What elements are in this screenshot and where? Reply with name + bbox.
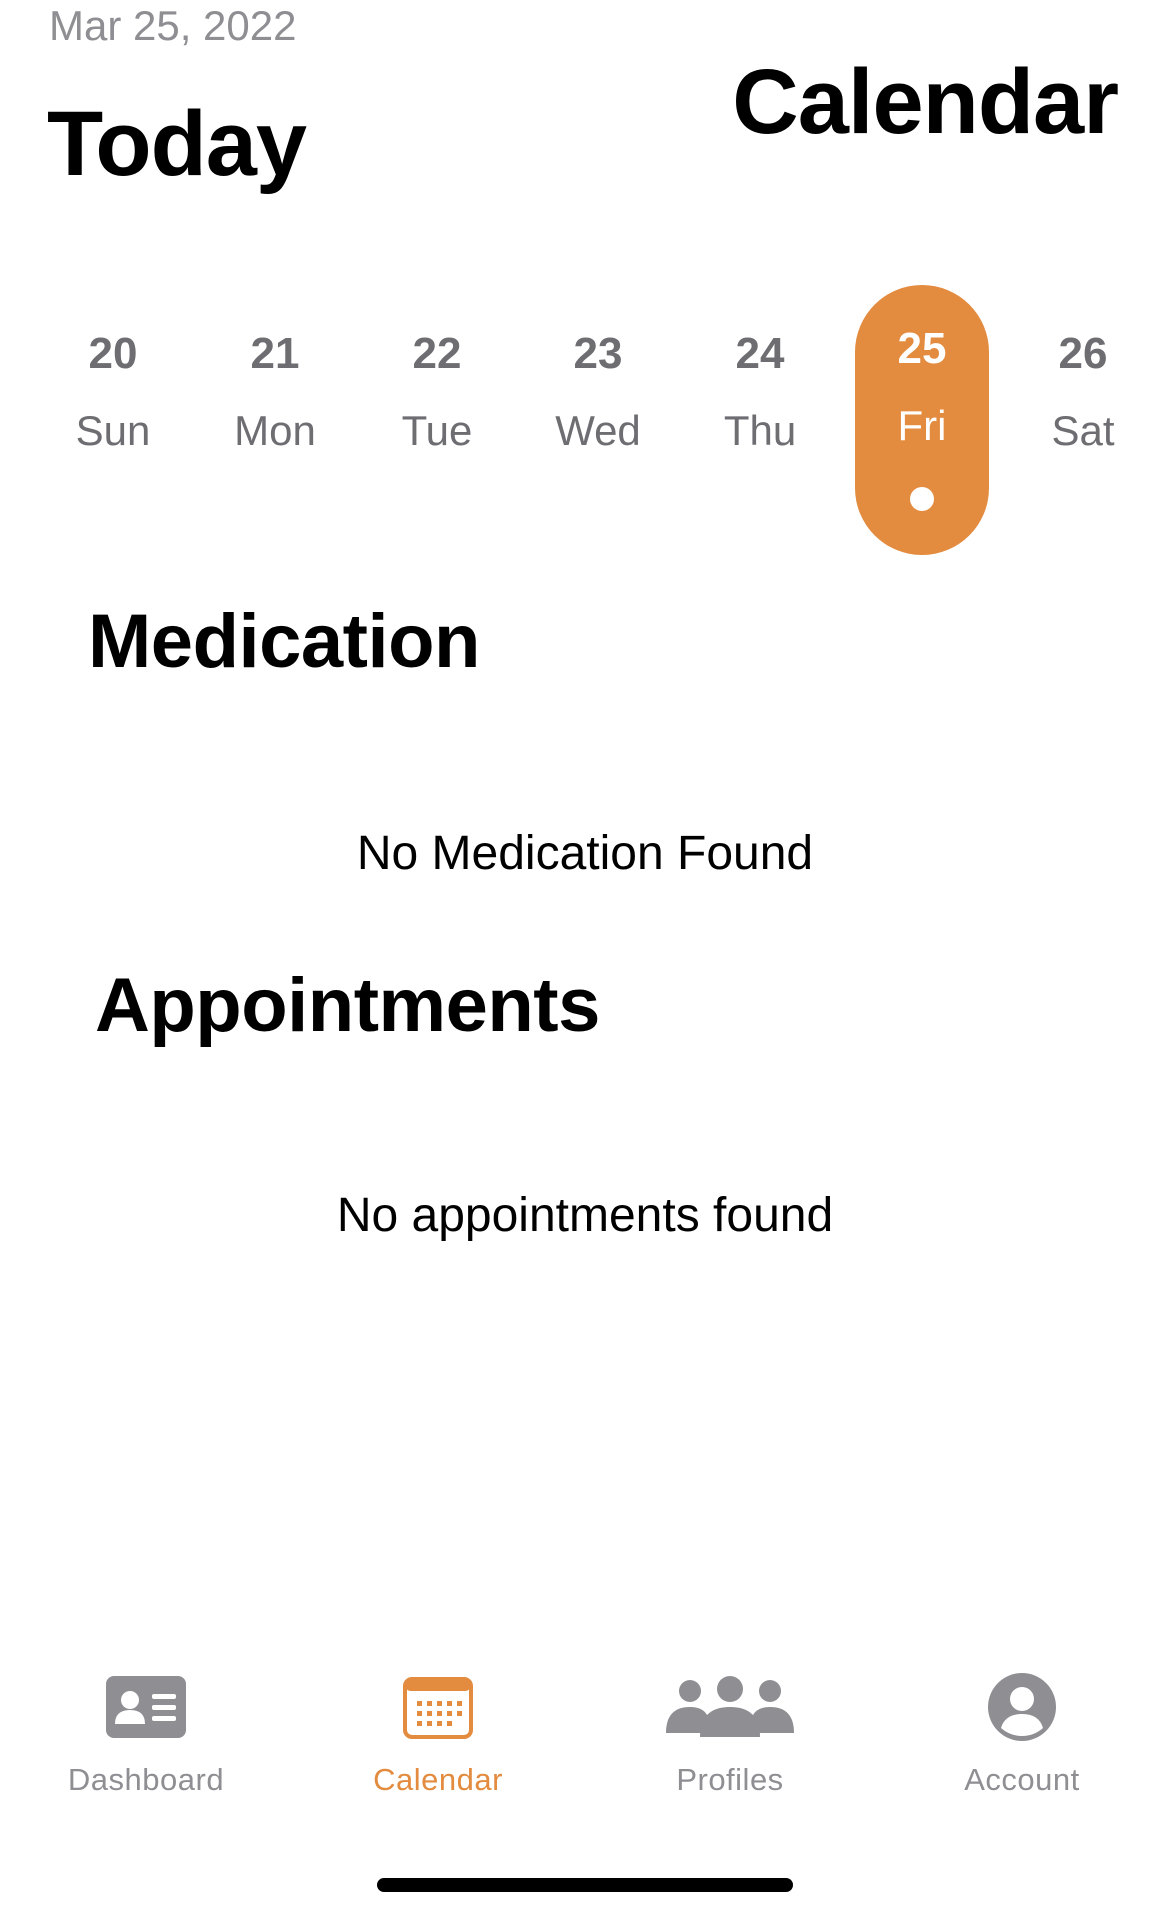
current-date: Mar 25, 2022 [49,2,297,49]
day-name: Wed [555,407,641,454]
tab-label: Dashboard [67,1762,225,1797]
day-mon[interactable]: 21 Mon [208,290,342,560]
tab-calendar[interactable]: Calendar [292,1670,584,1820]
day-number: 22 [412,329,462,378]
medication-empty-message: No Medication Found [356,827,814,880]
day-wed[interactable]: 23 Wed [531,290,665,560]
calendar-icon [373,1670,503,1744]
appointments-empty-message: No appointments found [336,1189,834,1242]
day-sun[interactable]: 20 Sun [46,290,180,560]
calendar-screen: Mar 25, 2022 Today Calendar 20 Sun 21 Mo… [0,0,1170,1915]
day-name: Tue [401,407,473,454]
day-number: 24 [735,329,785,378]
day-sat[interactable]: 26 Sat [1016,290,1150,560]
event-indicator-dot [910,487,934,511]
day-number: 21 [250,329,300,378]
day-name: Sat [1051,407,1115,454]
tab-account[interactable]: Account [876,1670,1168,1820]
tab-profiles[interactable]: Profiles [584,1670,876,1820]
tab-label: Calendar [373,1762,503,1797]
tab-label: Profiles [676,1762,784,1797]
account-circle-icon [957,1670,1087,1744]
group-icon [665,1670,795,1744]
medication-heading: Medication [88,599,480,684]
day-number: 20 [88,329,138,378]
id-card-icon [81,1670,211,1744]
day-name: Sun [75,407,151,454]
day-name: Thu [723,407,797,454]
page-title: Calendar [732,51,1119,153]
today-button[interactable]: Today [47,92,307,197]
tab-label: Account [964,1762,1080,1797]
day-name: Mon [234,407,316,454]
appointments-heading: Appointments [95,963,600,1048]
tab-bar: Dashboard Calendar Profiles Account [0,1670,1170,1820]
day-name: Fri [897,402,947,449]
day-number: 25 [897,324,947,373]
day-number: 26 [1058,329,1108,378]
home-indicator[interactable] [377,1878,793,1892]
day-number: 23 [573,329,623,378]
day-thu[interactable]: 24 Thu [693,290,827,560]
day-fri-selected[interactable]: 25 Fri [855,285,989,555]
tab-dashboard[interactable]: Dashboard [0,1670,292,1820]
day-tue[interactable]: 22 Tue [370,290,504,560]
week-strip: 20 Sun 21 Mon 22 Tue 23 Wed 24 Thu 25 Fr… [0,285,1170,560]
